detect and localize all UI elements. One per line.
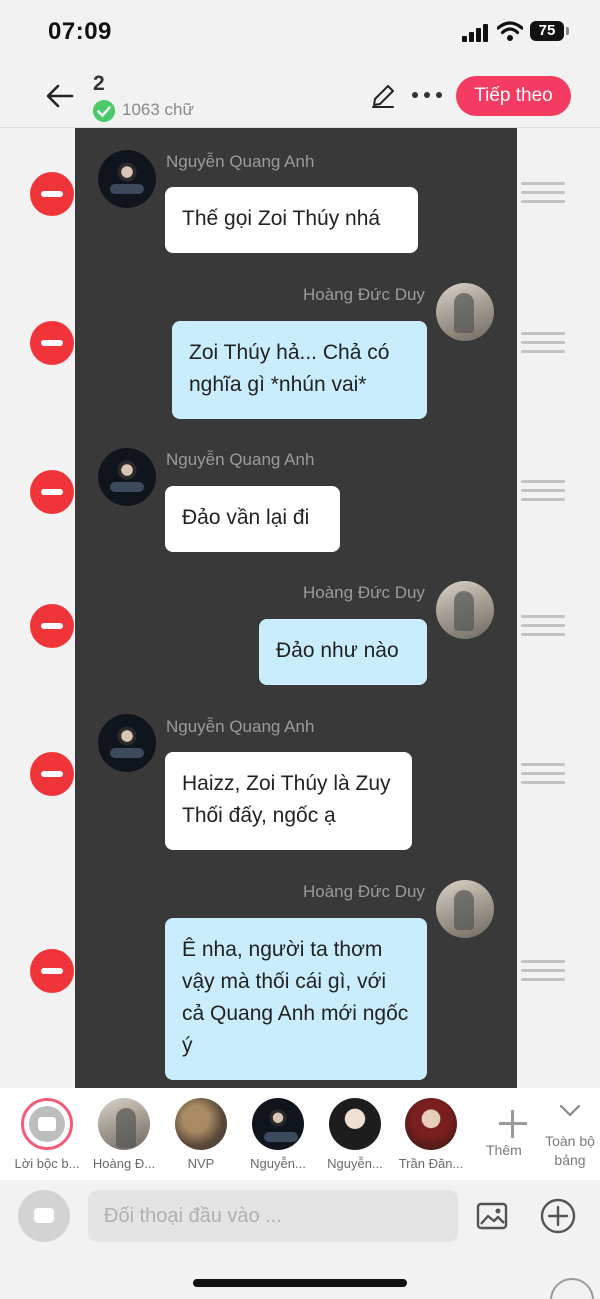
message-type-icon[interactable] bbox=[18, 1190, 70, 1242]
input-bar bbox=[0, 1180, 600, 1299]
avatar bbox=[252, 1098, 304, 1150]
avatar bbox=[175, 1098, 227, 1150]
avatar bbox=[98, 714, 156, 772]
drag-handle-icon[interactable] bbox=[521, 615, 565, 639]
character-label: Nguyễn... bbox=[250, 1156, 306, 1171]
message-bubble[interactable]: Zoi Thúy hả... Chả có nghĩa gì *nhún vai… bbox=[172, 321, 427, 419]
scroll-top-icon[interactable] bbox=[550, 1278, 594, 1299]
speaker-name: Nguyễn Quang Anh bbox=[166, 450, 315, 469]
speaker-name: Nguyễn Quang Anh bbox=[166, 717, 315, 736]
image-icon[interactable] bbox=[476, 1202, 508, 1230]
drag-handle-icon[interactable] bbox=[521, 763, 565, 787]
dialogue-input[interactable] bbox=[88, 1190, 458, 1242]
check-circle-icon bbox=[93, 100, 115, 122]
avatar bbox=[98, 448, 156, 506]
narration-icon bbox=[21, 1098, 73, 1150]
character-item[interactable]: Hoàng Đ... bbox=[91, 1098, 157, 1171]
message-row: Nguyễn Quang Anh Thế gọi Zoi Thúy nhá bbox=[0, 148, 600, 268]
delete-message-icon[interactable] bbox=[30, 470, 74, 514]
message-row: Hoàng Đức Duy Đảo như nào bbox=[0, 579, 600, 689]
status-bar: 07:09 75 bbox=[0, 0, 600, 64]
character-item[interactable]: Trần Đăn... bbox=[398, 1098, 464, 1171]
delete-message-icon[interactable] bbox=[30, 172, 74, 216]
word-count: 1063 chữ bbox=[122, 100, 194, 119]
drag-handle-icon[interactable] bbox=[521, 960, 565, 984]
delete-message-icon[interactable] bbox=[30, 949, 74, 993]
message-bubble[interactable]: Đảo vần lại đi bbox=[165, 486, 340, 552]
character-label: Hoàng Đ... bbox=[92, 1156, 156, 1171]
character-item[interactable]: NVP bbox=[168, 1098, 234, 1171]
delete-message-icon[interactable] bbox=[30, 321, 74, 365]
drag-handle-icon[interactable] bbox=[521, 332, 565, 356]
avatar bbox=[329, 1098, 381, 1150]
character-label: Trần Đăn... bbox=[398, 1156, 464, 1171]
back-arrow-icon[interactable] bbox=[44, 80, 76, 112]
character-item[interactable]: Nguyễn... bbox=[322, 1098, 388, 1171]
delete-message-icon[interactable] bbox=[30, 752, 74, 796]
status-time: 07:09 bbox=[48, 18, 112, 45]
chapter-number: 2 bbox=[93, 72, 105, 95]
character-bar: Lời bộc b... Hoàng Đ... NVP Nguyễn... Ng… bbox=[0, 1088, 600, 1180]
signal-icon bbox=[462, 24, 490, 42]
wifi-icon bbox=[497, 21, 523, 41]
avatar bbox=[436, 880, 494, 938]
speaker-name: Nguyễn Quang Anh bbox=[166, 152, 315, 171]
speaker-name: Hoàng Đức Duy bbox=[303, 285, 425, 304]
speaker-name: Hoàng Đức Duy bbox=[303, 882, 425, 901]
drag-handle-icon[interactable] bbox=[521, 182, 565, 206]
message-row: Hoàng Đức Duy Ê nha, người ta thơm vậy m… bbox=[0, 878, 600, 1083]
message-bubble[interactable]: Haizz, Zoi Thúy là Zuy Thối đấy, ngốc ạ bbox=[165, 752, 412, 850]
avatar bbox=[98, 1098, 150, 1150]
more-options-icon[interactable] bbox=[412, 92, 444, 100]
editor-header: 2 1063 chữ Tiếp theo bbox=[0, 64, 600, 128]
message-bubble[interactable]: Thế gọi Zoi Thúy nhá bbox=[165, 187, 418, 253]
add-circle-icon[interactable] bbox=[540, 1198, 576, 1234]
drag-handle-icon[interactable] bbox=[521, 480, 565, 504]
character-label: Lời bộc b... bbox=[14, 1156, 80, 1171]
character-label: Nguyễn... bbox=[327, 1156, 383, 1171]
next-button[interactable]: Tiếp theo bbox=[456, 76, 571, 116]
message-bubble[interactable]: Đảo như nào bbox=[259, 619, 427, 685]
message-row: Nguyễn Quang Anh Haizz, Zoi Thúy là Zuy … bbox=[0, 712, 600, 857]
avatar bbox=[405, 1098, 457, 1150]
add-character-icon[interactable] bbox=[497, 1108, 529, 1140]
delete-message-icon[interactable] bbox=[30, 604, 74, 648]
avatar bbox=[436, 581, 494, 639]
message-row: Hoàng Đức Duy Zoi Thúy hả... Chả có nghĩ… bbox=[0, 281, 600, 421]
character-item[interactable]: Nguyễn... bbox=[245, 1098, 311, 1171]
speaker-name: Hoàng Đức Duy bbox=[303, 583, 425, 602]
avatar bbox=[436, 283, 494, 341]
message-bubble[interactable]: Ê nha, người ta thơm vậy mà thối cái gì,… bbox=[165, 918, 427, 1080]
avatar bbox=[98, 150, 156, 208]
battery-icon: 75 bbox=[530, 21, 569, 41]
character-label: NVP bbox=[187, 1156, 215, 1171]
add-character-label[interactable]: Thêm bbox=[486, 1142, 522, 1158]
character-narration[interactable]: Lời bộc b... bbox=[14, 1098, 80, 1171]
chevron-down-icon[interactable] bbox=[560, 1104, 580, 1118]
home-indicator bbox=[193, 1279, 407, 1287]
pencil-icon[interactable] bbox=[370, 83, 396, 109]
full-board-label[interactable]: Toàn bộ bảng bbox=[544, 1132, 596, 1170]
message-row: Nguyễn Quang Anh Đảo vần lại đi bbox=[0, 446, 600, 566]
